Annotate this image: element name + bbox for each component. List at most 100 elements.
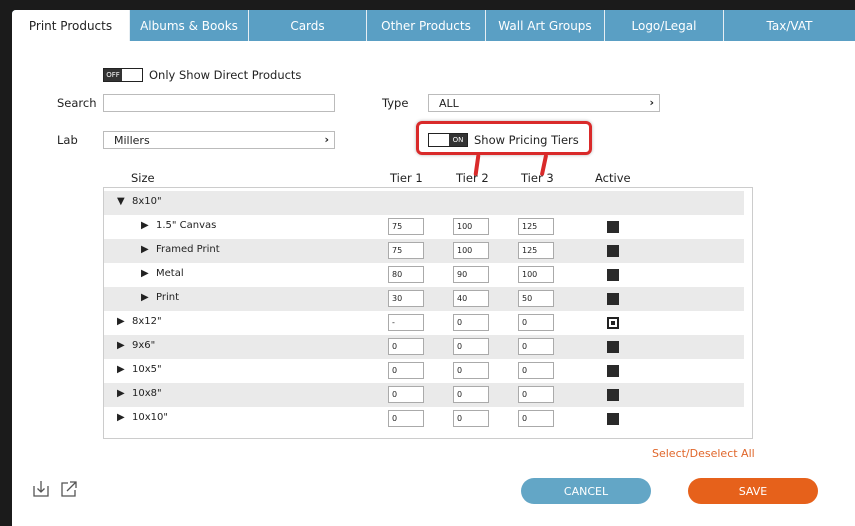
cancel-button[interactable]: CANCEL [521, 478, 651, 504]
tier3-input[interactable]: 0 [518, 386, 554, 403]
tab-wall-art-groups[interactable]: Wall Art Groups [486, 10, 605, 41]
tier3-input[interactable]: 125 [518, 218, 554, 235]
tier1-input[interactable]: 0 [388, 362, 424, 379]
tier1-input[interactable]: 75 [388, 242, 424, 259]
row-size-name: 8x10" [132, 196, 162, 207]
import-icon[interactable] [32, 480, 50, 498]
expand-right-icon[interactable]: ▶ [117, 412, 125, 423]
table-row[interactable]: ▶ Print 30 40 50 [104, 287, 744, 311]
tier1-input[interactable]: 0 [388, 410, 424, 427]
expand-right-icon[interactable]: ▶ [117, 340, 125, 351]
select-deselect-all-link[interactable]: Select/Deselect All [652, 447, 755, 460]
table-row[interactable]: ▶ 10x10" 0 0 0 [104, 407, 744, 431]
tab-tax-vat[interactable]: Tax/VAT [724, 10, 855, 41]
row-size-name: Metal [156, 268, 184, 279]
expand-down-icon[interactable]: ▼ [117, 196, 125, 207]
row-size-name: Print [156, 292, 180, 303]
tier2-input[interactable]: 0 [453, 386, 489, 403]
table-row[interactable]: ▶ 8x12" - 0 0 [104, 311, 744, 335]
expand-right-icon[interactable]: ▶ [141, 220, 149, 231]
table-row[interactable]: ▶ 1.5" Canvas 75 100 125 [104, 215, 744, 239]
row-size-name: Framed Print [156, 244, 220, 255]
tier3-input[interactable]: 0 [518, 314, 554, 331]
chevron-right-icon: › [649, 96, 654, 109]
type-label: Type [382, 96, 409, 110]
tier2-input[interactable]: 100 [453, 218, 489, 235]
table-row[interactable]: ▶ 10x5" 0 0 0 [104, 359, 744, 383]
column-header-active: Active [595, 171, 631, 185]
tab-other-products[interactable]: Other Products [367, 10, 486, 41]
lab-label: Lab [57, 133, 78, 147]
tier1-input[interactable]: 75 [388, 218, 424, 235]
active-checkbox[interactable] [607, 221, 619, 233]
expand-right-icon[interactable]: ▶ [141, 268, 149, 279]
column-header-tier1: Tier 1 [390, 171, 423, 185]
active-checkbox[interactable] [607, 389, 619, 401]
expand-right-icon[interactable]: ▶ [141, 244, 149, 255]
tier3-input[interactable]: 0 [518, 410, 554, 427]
table-row[interactable]: ▶ Metal 80 90 100 [104, 263, 744, 287]
tier3-input[interactable]: 125 [518, 242, 554, 259]
export-icon[interactable] [60, 480, 78, 498]
tab-albums-books[interactable]: Albums & Books [130, 10, 249, 41]
save-button[interactable]: SAVE [688, 478, 818, 504]
expand-right-icon[interactable]: ▶ [117, 364, 125, 375]
table-row[interactable]: ▼ 8x10" [104, 191, 744, 215]
lab-value: Millers [114, 133, 150, 147]
chevron-right-icon: › [324, 133, 329, 146]
toggle-state-off: OFF [104, 69, 122, 81]
tier2-input[interactable]: 0 [453, 362, 489, 379]
row-size-name: 1.5" Canvas [156, 220, 217, 231]
tier3-input[interactable]: 0 [518, 338, 554, 355]
annotation-highlight-box [416, 121, 592, 155]
tier3-input[interactable]: 100 [518, 266, 554, 283]
table-row[interactable]: ▶ 10x8" 0 0 0 [104, 383, 744, 407]
tier1-input[interactable]: - [388, 314, 424, 331]
direct-products-label: Only Show Direct Products [149, 68, 302, 82]
tier1-input[interactable]: 0 [388, 338, 424, 355]
expand-right-icon[interactable]: ▶ [117, 316, 125, 327]
tier3-input[interactable]: 0 [518, 362, 554, 379]
tier2-input[interactable]: 40 [453, 290, 489, 307]
products-table: ▼ 8x10" ▶ 1.5" Canvas 75 100 125 ▶ Frame… [103, 187, 753, 439]
active-checkbox[interactable] [607, 341, 619, 353]
search-input[interactable] [103, 94, 335, 112]
column-header-tier2: Tier 2 [456, 171, 489, 185]
type-value: ALL [439, 96, 459, 110]
active-checkbox[interactable] [607, 245, 619, 257]
lab-select[interactable]: Millers › [103, 131, 335, 149]
type-select[interactable]: ALL › [428, 94, 660, 112]
direct-products-toggle[interactable]: OFF [103, 68, 143, 82]
tab-cards[interactable]: Cards [249, 10, 367, 41]
expand-right-icon[interactable]: ▶ [117, 388, 125, 399]
tab-print-products[interactable]: Print Products [12, 10, 130, 41]
tier2-input[interactable]: 0 [453, 410, 489, 427]
tab-bar: Print Products Albums & Books Cards Othe… [12, 10, 855, 41]
tier1-input[interactable]: 30 [388, 290, 424, 307]
tab-logo-legal[interactable]: Logo/Legal [605, 10, 724, 41]
tier3-input[interactable]: 50 [518, 290, 554, 307]
tier1-input[interactable]: 0 [388, 386, 424, 403]
table-row[interactable]: ▶ 9x6" 0 0 0 [104, 335, 744, 359]
search-label: Search [57, 96, 97, 110]
active-checkbox[interactable] [607, 293, 619, 305]
expand-right-icon[interactable]: ▶ [141, 292, 149, 303]
row-size-name: 9x6" [132, 340, 156, 351]
tier2-input[interactable]: 0 [453, 314, 489, 331]
row-size-name: 8x12" [132, 316, 162, 327]
active-checkbox[interactable] [607, 413, 619, 425]
pricing-window: Print Products Albums & Books Cards Othe… [12, 10, 855, 526]
tier2-input[interactable]: 100 [453, 242, 489, 259]
row-size-name: 10x8" [132, 388, 162, 399]
column-header-tier3: Tier 3 [521, 171, 554, 185]
tier2-input[interactable]: 90 [453, 266, 489, 283]
active-checkbox[interactable] [607, 365, 619, 377]
row-size-name: 10x5" [132, 364, 162, 375]
tier2-input[interactable]: 0 [453, 338, 489, 355]
column-header-size: Size [131, 171, 155, 185]
active-checkbox[interactable] [607, 317, 619, 329]
active-checkbox[interactable] [607, 269, 619, 281]
tier1-input[interactable]: 80 [388, 266, 424, 283]
row-size-name: 10x10" [132, 412, 168, 423]
table-row[interactable]: ▶ Framed Print 75 100 125 [104, 239, 744, 263]
